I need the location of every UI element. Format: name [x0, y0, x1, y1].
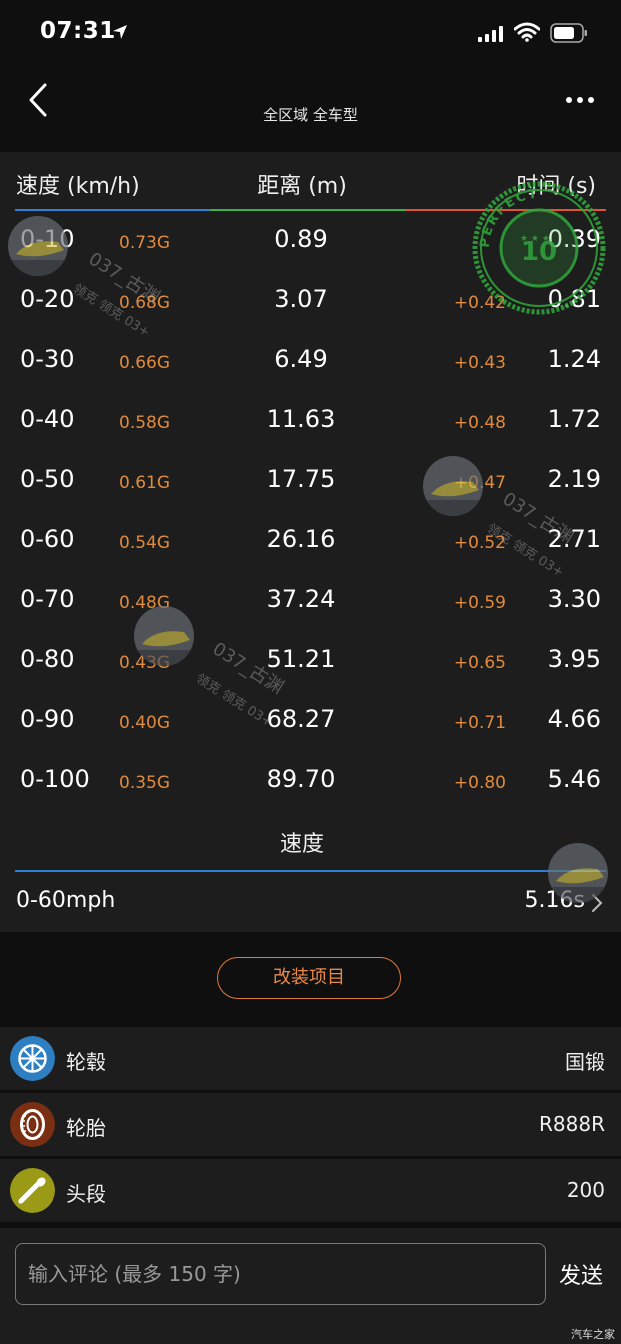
- row-distance: 68.27: [266, 705, 336, 733]
- mod-value: 国锻: [565, 1050, 605, 1074]
- row-time: 5.46: [547, 765, 601, 793]
- speed-divider: [15, 870, 606, 872]
- mod-item-exhaust[interactable]: 头段 200: [0, 1159, 621, 1222]
- watermark-avatar: [8, 216, 68, 276]
- row-distance: 11.63: [266, 405, 336, 433]
- nav-bar: 全区域 全车型: [0, 68, 621, 132]
- svg-text:★ ★ ★: ★ ★ ★: [520, 234, 550, 244]
- row-delta: +0.59: [453, 593, 506, 613]
- row-time: 1.24: [547, 345, 601, 373]
- more-options-icon[interactable]: [565, 96, 595, 104]
- mph-label[interactable]: 0-60mph: [16, 888, 115, 913]
- site-watermark: 汽车之家: [571, 1328, 615, 1341]
- mod-item-wheel[interactable]: 轮毂 国锻: [0, 1027, 621, 1090]
- row-delta: +0.65: [453, 653, 506, 673]
- mod-name: 头段: [66, 1182, 106, 1206]
- comment-bar: 输入评论 (最多 150 字) 发送 汽车之家: [0, 1228, 621, 1344]
- status-bar: 07:31: [0, 0, 621, 68]
- row-distance: 89.70: [266, 765, 336, 793]
- table-row: 0-90 0.40G 68.27 +0.71 4.66: [0, 691, 621, 751]
- row-distance: 51.21: [266, 645, 336, 673]
- exhaust-pipe-icon: [10, 1168, 55, 1213]
- table-row: 0-100 0.35G 89.70 +0.80 5.46: [0, 751, 621, 811]
- row-time: 1.72: [547, 405, 601, 433]
- watermark-avatar: [548, 843, 608, 903]
- table-row: 0-80 0.43G 51.21 +0.65 3.95: [0, 631, 621, 691]
- mod-value: 200: [566, 1178, 605, 1202]
- row-delta: +0.48: [453, 413, 506, 433]
- row-distance: 37.24: [266, 585, 336, 613]
- comment-input[interactable]: 输入评论 (最多 150 字): [15, 1243, 546, 1305]
- watermark-avatar: [134, 606, 194, 666]
- row-delta: +0.71: [453, 713, 506, 733]
- mod-name: 轮毂: [66, 1050, 106, 1074]
- page-title: 全区域 全车型: [263, 106, 358, 124]
- row-time: 2.19: [547, 465, 601, 493]
- row-time: 3.30: [547, 585, 601, 613]
- table-row: 0-40 0.58G 11.63 +0.48 1.72: [0, 391, 621, 451]
- wifi-icon: [514, 22, 540, 42]
- watermark-avatar: [423, 456, 483, 516]
- send-button[interactable]: 发送: [559, 1258, 603, 1290]
- table-row: 0-70 0.48G 37.24 +0.59 3.30: [0, 571, 621, 631]
- speed-section-label: 速度: [279, 832, 324, 857]
- cellular-signal-icon: [478, 26, 503, 42]
- mod-name: 轮胎: [66, 1116, 106, 1140]
- row-delta: +0.43: [453, 353, 506, 373]
- status-time: 07:31: [40, 18, 116, 44]
- row-time: 3.95: [547, 645, 601, 673]
- battery-icon: [550, 23, 587, 43]
- mod-value: R888R: [539, 1112, 605, 1136]
- modifications-button[interactable]: 改装项目: [217, 957, 401, 999]
- table-row: 0-30 0.66G 6.49 +0.43 1.24: [0, 331, 621, 391]
- mod-item-tire[interactable]: 轮胎 R888R: [0, 1093, 621, 1156]
- row-delta: +0.80: [453, 773, 506, 793]
- wheel-rim-icon: [10, 1036, 55, 1081]
- row-time: 4.66: [547, 705, 601, 733]
- perfect-stamp-icon: PERFECT 10 ★ ★ ★: [472, 181, 606, 315]
- location-arrow-icon: [113, 25, 127, 39]
- row-distance: 6.49: [274, 345, 328, 373]
- tire-icon: [10, 1102, 55, 1147]
